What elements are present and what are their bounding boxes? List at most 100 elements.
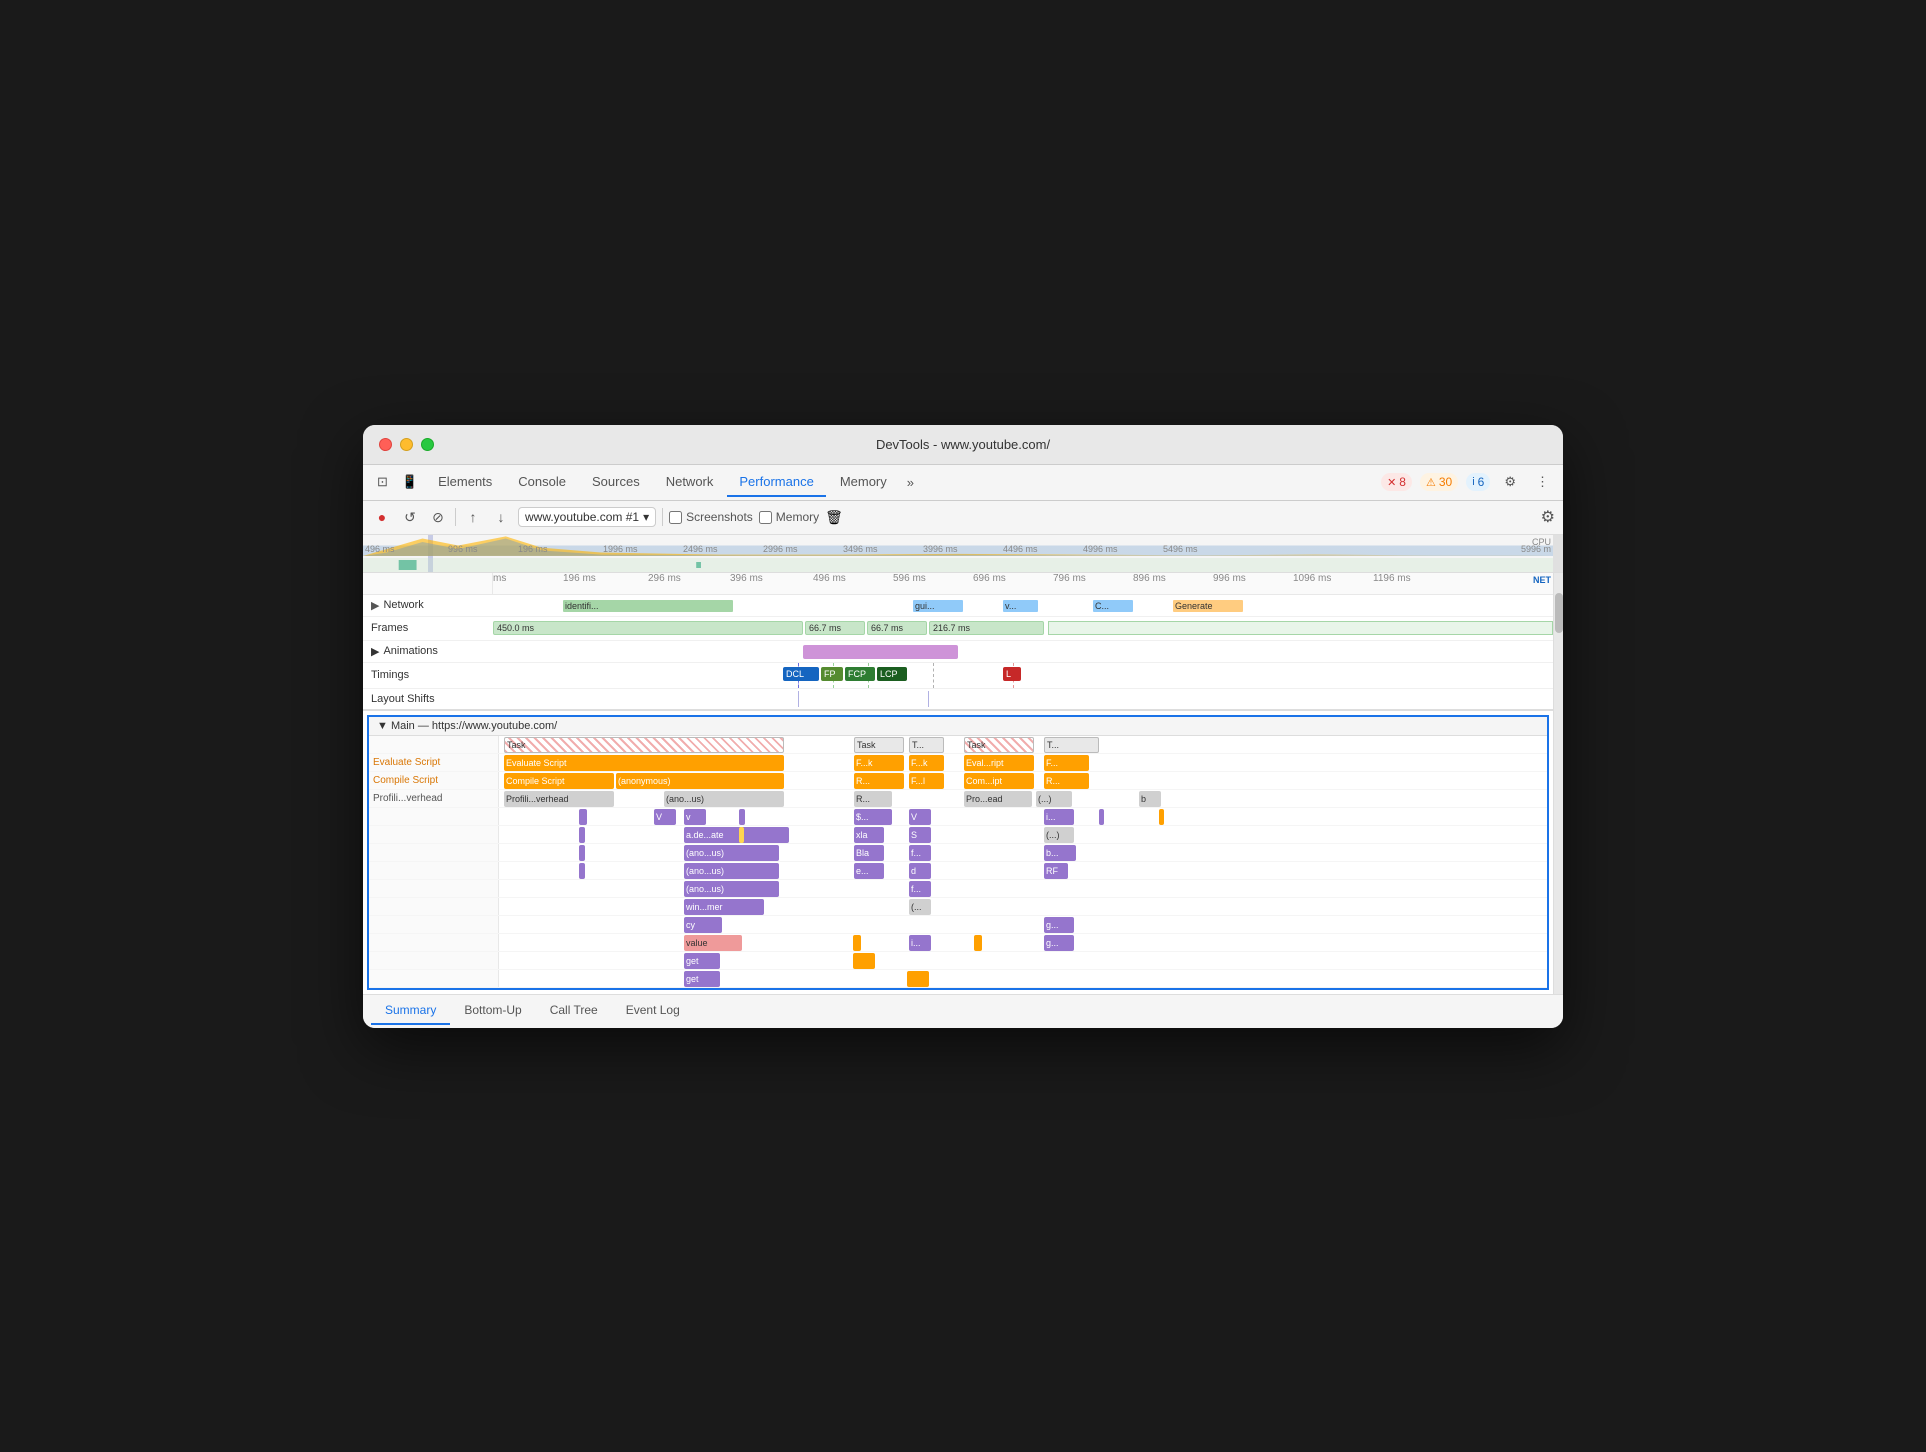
paren-block[interactable]: (...)	[1044, 827, 1074, 843]
adeate-block[interactable]: a.de...ate	[684, 827, 789, 843]
i-block[interactable]: i...	[1044, 809, 1074, 825]
anous-block-2[interactable]: (ano...us)	[684, 863, 779, 879]
task-block-3[interactable]: T...	[909, 737, 944, 753]
profiling-block-2[interactable]: R...	[854, 791, 892, 807]
bla-block[interactable]: Bla	[854, 845, 884, 861]
value-block[interactable]: value	[684, 935, 742, 951]
v-block-2[interactable]: v	[684, 809, 706, 825]
upload-button[interactable]: ↑	[462, 506, 484, 528]
url-selector[interactable]: www.youtube.com #1 ▾	[518, 507, 656, 527]
compile-block-1[interactable]: Compile Script	[504, 773, 614, 789]
network-block-4[interactable]: C...	[1093, 600, 1133, 612]
tab-elements[interactable]: Elements	[426, 468, 504, 497]
g-block-2[interactable]: g...	[1044, 935, 1074, 951]
e-block[interactable]: e...	[854, 863, 884, 879]
network-label[interactable]: ▶ Network	[363, 599, 493, 612]
dollar-block[interactable]: $...	[854, 809, 892, 825]
timing-fp[interactable]: FP	[821, 667, 843, 681]
network-block-2[interactable]: gui...	[913, 600, 963, 612]
more-tabs-button[interactable]: »	[901, 471, 920, 494]
yellow-get-1[interactable]	[853, 953, 875, 969]
network-block-3[interactable]: v...	[1003, 600, 1038, 612]
timing-l[interactable]: L	[1003, 667, 1021, 681]
eval-block-1[interactable]: Evaluate Script	[504, 755, 784, 771]
compile-block-4[interactable]: Com...ipt	[964, 773, 1034, 789]
settings-icon[interactable]: ⚙	[1498, 470, 1522, 494]
tab-sources[interactable]: Sources	[580, 468, 652, 497]
xla-block[interactable]: xla	[854, 827, 884, 843]
frame-block-4[interactable]: 216.7 ms	[929, 621, 1044, 635]
task-block-2[interactable]: Task	[854, 737, 904, 753]
eval-block-2[interactable]: F...k	[854, 755, 904, 771]
i-block-2[interactable]: i...	[909, 935, 931, 951]
tab-performance[interactable]: Performance	[727, 468, 825, 497]
network-block-1[interactable]: identifi...	[563, 600, 733, 612]
timing-dcl[interactable]: DCL	[783, 667, 819, 681]
compile-block-5[interactable]: R...	[1044, 773, 1089, 789]
more-options-icon[interactable]: ⋮	[1530, 470, 1555, 494]
eval-block-4[interactable]: Eval...ript	[964, 755, 1034, 771]
v-block-1[interactable]: V	[654, 809, 676, 825]
record-button[interactable]: ●	[371, 506, 393, 528]
f-block-2[interactable]: f...	[909, 881, 931, 897]
device-icon[interactable]: 📱	[396, 470, 424, 494]
get-block-1[interactable]: get	[684, 953, 720, 969]
inspect-icon[interactable]: ⊡	[371, 470, 394, 494]
bottom-tab-event-log[interactable]: Event Log	[612, 997, 694, 1025]
eval-block-3[interactable]: F...k	[909, 755, 944, 771]
timing-lcp[interactable]: LCP	[877, 667, 907, 681]
compile-block-2[interactable]: R...	[854, 773, 904, 789]
compile-block-3[interactable]: F...l	[909, 773, 944, 789]
rf-block[interactable]: RF	[1044, 863, 1068, 879]
openparen-block[interactable]: (...	[909, 899, 931, 915]
anous-block-3[interactable]: (ano...us)	[684, 881, 779, 897]
download-button[interactable]: ↓	[490, 506, 512, 528]
task-block-1[interactable]: Task	[504, 737, 784, 753]
f-block-1[interactable]: f...	[909, 845, 931, 861]
get-block-2[interactable]: get	[684, 971, 720, 987]
profiling-block-anon[interactable]: (ano...us)	[664, 791, 784, 807]
reload-button[interactable]: ↺	[399, 506, 421, 528]
frame-block-2[interactable]: 66.7 ms	[805, 621, 865, 635]
b-block-1[interactable]: b...	[1044, 845, 1076, 861]
frame-block-3[interactable]: 66.7 ms	[867, 621, 927, 635]
animations-label[interactable]: ▶ Animations	[363, 645, 493, 658]
bottom-tab-call-tree[interactable]: Call Tree	[536, 997, 612, 1025]
clear-button[interactable]: ⊘	[427, 506, 449, 528]
task-block-5[interactable]: T...	[1044, 737, 1099, 753]
yellow-get-2[interactable]	[907, 971, 929, 987]
scroll-thumb[interactable]	[1555, 593, 1563, 633]
network-block-5[interactable]: Generate	[1173, 600, 1243, 612]
tab-console[interactable]: Console	[506, 468, 578, 497]
g-block-1[interactable]: g...	[1044, 917, 1074, 933]
animation-block[interactable]	[803, 645, 958, 659]
d-block[interactable]: d	[909, 863, 931, 879]
maximize-button[interactable]	[421, 438, 434, 451]
bottom-tab-summary[interactable]: Summary	[371, 997, 450, 1025]
v-block-3[interactable]: V	[909, 809, 931, 825]
main-scrollbar[interactable]	[1553, 573, 1563, 994]
screenshots-checkbox[interactable]	[669, 511, 682, 524]
tab-memory[interactable]: Memory	[828, 468, 899, 497]
profiling-block-3[interactable]: Pro...ead	[964, 791, 1032, 807]
compile-block-anon[interactable]: (anonymous)	[616, 773, 784, 789]
capture-settings-icon[interactable]: ⚙	[1541, 507, 1555, 527]
anous-block-1[interactable]: (ano...us)	[684, 845, 779, 861]
close-button[interactable]	[379, 438, 392, 451]
garbage-collect-icon[interactable]: 🗑	[825, 509, 843, 526]
eval-block-5[interactable]: F...	[1044, 755, 1089, 771]
s-block[interactable]: S	[909, 827, 931, 843]
profiling-block-1[interactable]: Profili...verhead	[504, 791, 614, 807]
winmer-block[interactable]: win...mer	[684, 899, 764, 915]
bottom-tab-bottom-up[interactable]: Bottom-Up	[450, 997, 535, 1025]
timing-fcp[interactable]: FCP	[845, 667, 875, 681]
tab-network[interactable]: Network	[654, 468, 726, 497]
minimize-button[interactable]	[400, 438, 413, 451]
memory-checkbox[interactable]	[759, 511, 772, 524]
frame-block-1[interactable]: 450.0 ms	[493, 621, 803, 635]
profiling-block-b[interactable]: b	[1139, 791, 1161, 807]
ruler-scrollbar[interactable]	[1553, 535, 1563, 572]
cy-block[interactable]: cy	[684, 917, 722, 933]
profiling-block-paren[interactable]: (...)	[1036, 791, 1072, 807]
task-block-4[interactable]: Task	[964, 737, 1034, 753]
